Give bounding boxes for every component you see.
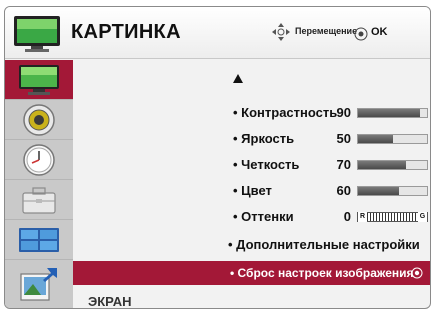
settings-panel: • Контрастность 90 • Яркость 50 • Четкос… (73, 60, 430, 308)
navigation-hint: Перемещение (295, 26, 358, 36)
scroll-up-arrow-icon[interactable] (233, 74, 243, 83)
advanced-settings-label: • Дополнительные настройки (228, 237, 420, 252)
slider-fill (358, 187, 400, 195)
menu-header: КАРТИНКА Перемещение OK (5, 7, 430, 59)
sidebar-item-options[interactable] (5, 180, 73, 220)
setting-row-tint[interactable]: • Оттенки 0 R G (73, 206, 430, 228)
navigation-arrows-icon (272, 23, 290, 41)
setting-value: 50 (336, 131, 351, 146)
setting-label: • Оттенки (233, 209, 294, 224)
slider-fill (358, 161, 407, 169)
sidebar-item-time[interactable] (5, 140, 73, 180)
screen-icon (20, 268, 57, 301)
setting-label: • Цвет (233, 183, 272, 198)
sidebar (5, 60, 73, 308)
setting-row-sharpness[interactable]: • Четкость 70 (73, 154, 430, 176)
toolbox-icon (22, 186, 56, 214)
setting-label: • Яркость (233, 131, 295, 146)
setting-slider[interactable] (357, 108, 428, 118)
setting-row-color[interactable]: • Цвет 60 (73, 180, 430, 202)
setting-slider[interactable] (357, 186, 428, 196)
setting-row-contrast[interactable]: • Контрастность 90 (73, 102, 430, 124)
speaker-icon (23, 103, 55, 136)
setting-value: 0 (343, 209, 351, 224)
tint-green-end: G (418, 212, 427, 222)
setting-row-brightness[interactable]: • Яркость 50 (73, 128, 430, 150)
setting-value: 70 (336, 157, 351, 172)
clock-icon (23, 143, 55, 176)
input-icon (19, 227, 59, 252)
setting-slider[interactable] (357, 160, 428, 170)
setting-value: 90 (336, 105, 351, 120)
setting-value: 60 (336, 183, 351, 198)
tint-red-end: R (358, 212, 367, 222)
picture-reset-label: • Сброс настроек изображения (230, 266, 414, 280)
ok-indicator-icon (411, 267, 423, 279)
sidebar-item-audio[interactable] (5, 100, 73, 140)
ok-button-icon (354, 27, 368, 41)
sidebar-item-screen[interactable] (5, 260, 73, 308)
ok-hint: OK (371, 26, 388, 38)
setting-label: • Четкость (233, 157, 300, 172)
picture-icon (14, 16, 60, 52)
setting-slider[interactable] (357, 134, 428, 144)
osd-menu: КАРТИНКА Перемещение OK • Контрастность … (4, 6, 431, 309)
slider-fill (358, 135, 393, 143)
advanced-settings-item[interactable]: • Дополнительные настройки (73, 234, 430, 256)
sidebar-item-input[interactable] (5, 220, 73, 260)
tint-slider[interactable]: R G (357, 212, 428, 222)
screen-menu-label[interactable]: ЭКРАН (88, 294, 132, 308)
setting-label: • Контрастность (233, 105, 338, 120)
sidebar-item-picture[interactable] (5, 60, 73, 100)
picture-icon (19, 64, 59, 95)
page-title: КАРТИНКА (71, 21, 181, 43)
slider-fill (358, 109, 421, 117)
picture-reset-item[interactable]: • Сброс настроек изображения (73, 261, 430, 285)
